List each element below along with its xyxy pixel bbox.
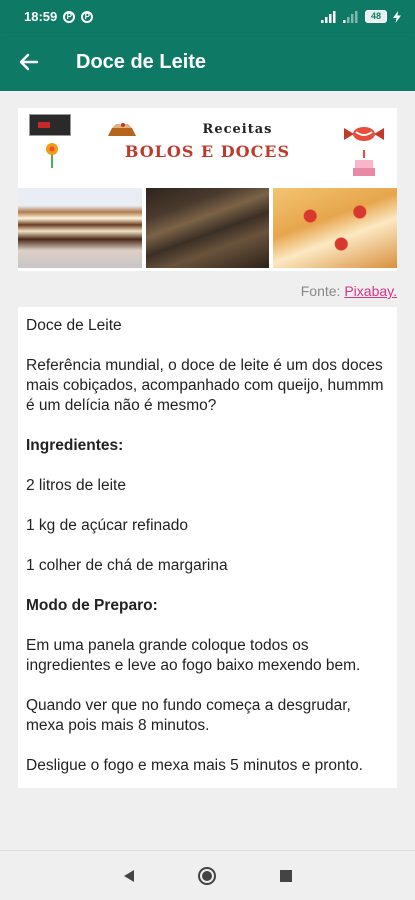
ingredient-item: 1 colher de chá de margarina	[26, 557, 228, 574]
arrow-left-icon	[19, 53, 39, 71]
pastry-photo	[273, 188, 398, 268]
chocolate-photo	[145, 188, 270, 268]
cake-photo	[18, 188, 142, 268]
content-scroll[interactable]: Receitas BOLOS E DOCES Fonte: Pixabay. D…	[0, 91, 415, 850]
ingredient-item: 1 kg de açúcar refinado	[26, 517, 188, 534]
ingredient-item: 2 litros de leite	[26, 477, 126, 494]
signal-weak-icon	[343, 10, 358, 23]
image-source: Fonte: Pixabay.	[18, 283, 397, 303]
back-button[interactable]	[0, 33, 58, 91]
system-nav-bar	[0, 850, 415, 900]
notification-p-icon: P	[81, 10, 94, 23]
banner-subtitle: BOLOS E DOCES	[124, 142, 291, 161]
banner-title: Receitas	[202, 122, 273, 137]
source-label: Fonte:	[300, 283, 341, 299]
signal-icon	[321, 10, 336, 23]
banner-image: Receitas BOLOS E DOCES	[18, 108, 398, 271]
recipe-name: Doce de Leite	[26, 317, 122, 334]
square-recent-icon[interactable]	[279, 869, 292, 882]
method-step: Quando ver que no fundo começa a desgrud…	[26, 697, 351, 734]
source-link[interactable]: Pixabay.	[344, 283, 397, 299]
triangle-back-icon[interactable]	[123, 869, 134, 882]
method-heading: Modo de Preparo:	[26, 597, 158, 614]
ingredients-heading: Ingredientes:	[26, 437, 124, 454]
charging-icon	[393, 10, 401, 23]
battery-icon: 48	[365, 10, 387, 23]
flower-icon	[46, 143, 58, 168]
page-title: Doce de Leite	[76, 50, 207, 73]
recipe-card: Doce de Leite Referência mundial, o doce…	[18, 307, 397, 788]
candy-icon	[344, 127, 384, 141]
status-bar: 18:59 P P 48	[0, 0, 415, 33]
recipe-intro: Referência mundial, o doce de leite é um…	[26, 357, 384, 414]
notification-p-icon: P	[63, 10, 76, 23]
app-bar: Doce de Leite	[0, 33, 415, 91]
circle-home-icon[interactable]	[197, 866, 216, 885]
birthday-cake-icon	[353, 150, 375, 176]
status-time: 18:59	[24, 9, 58, 24]
method-step: Em uma panela grande coloque todos os in…	[26, 637, 361, 674]
method-step: Desligue o fogo e mexa mais 5 minutos e …	[26, 757, 363, 774]
